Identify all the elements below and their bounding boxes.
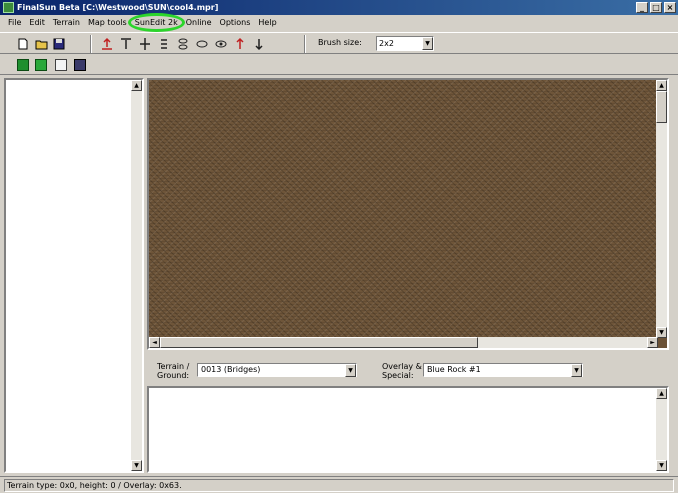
terrain-tile-list[interactable]: ▲ ▼ (147, 386, 669, 473)
scroll-up-icon[interactable]: ▲ (131, 80, 142, 91)
map-view[interactable]: ▲ ▼ ◄ ► (147, 78, 669, 350)
overlay-special-value: Blue Rock #1 (427, 365, 481, 374)
overlay-special-label: Overlay & Special: (382, 362, 422, 380)
main-toolbar: Brush size: 2x2 ▼ (0, 32, 678, 54)
lower-tile-icon[interactable] (176, 37, 190, 51)
menu-terrain[interactable]: Terrain (49, 16, 84, 29)
secondary-toolbar (0, 55, 678, 75)
green-flag-icon[interactable] (17, 59, 29, 71)
terrain-ground-select[interactable]: 0013 (Bridges) ▼ (197, 363, 357, 377)
document-icon[interactable] (55, 59, 67, 71)
brush-size-select[interactable]: 2x2 ▼ (376, 36, 434, 51)
title-bar: FinalSun Beta [C:\Westwood\SUN\cool4.mpr… (0, 0, 678, 15)
maximize-button[interactable]: □ (650, 2, 662, 13)
map-horizontal-thumb[interactable] (160, 337, 478, 348)
scroll-up-icon[interactable]: ▲ (656, 80, 667, 91)
chevron-down-icon[interactable]: ▼ (571, 364, 582, 377)
lower-single-icon[interactable] (252, 37, 266, 51)
menu-map-tools[interactable]: Map tools (84, 16, 131, 29)
menu-sunedit-2k[interactable]: SunEdit 2k (127, 13, 185, 32)
scroll-down-icon[interactable]: ▼ (131, 460, 142, 471)
close-button[interactable]: × (664, 2, 676, 13)
open-folder-icon[interactable] (34, 37, 48, 51)
chevron-down-icon[interactable]: ▼ (422, 37, 433, 50)
flatten-icon[interactable] (138, 37, 152, 51)
map-vertical-thumb[interactable] (656, 91, 667, 123)
scroll-right-icon[interactable]: ► (647, 337, 658, 348)
status-bar: Terrain type: 0x0, height: 0 / Overlay: … (0, 476, 678, 493)
green-map-icon[interactable] (35, 59, 47, 71)
menu-bar: File Edit Terrain Map tools SunEdit 2k O… (0, 13, 678, 32)
save-disk-icon[interactable] (52, 37, 66, 51)
menu-online[interactable]: Online (182, 16, 216, 29)
brush-size-label: Brush size: (318, 38, 362, 47)
terrain-ground-value: 0013 (Bridges) (201, 365, 261, 374)
menu-edit[interactable]: Edit (25, 16, 49, 29)
hide-icon[interactable] (195, 37, 209, 51)
brush-size-value: 2x2 (379, 39, 394, 48)
minimize-button[interactable]: _ (636, 2, 648, 13)
menu-options[interactable]: Options (216, 16, 255, 29)
lower-ground-icon[interactable] (119, 37, 133, 51)
terrain-panel: Terrain / Ground: 0013 (Bridges) ▼ Overl… (147, 352, 669, 473)
terrain-list-scrollbar[interactable]: ▲ ▼ (656, 388, 667, 471)
app-icon (3, 2, 14, 13)
raise-ground-icon[interactable] (100, 37, 114, 51)
scroll-up-icon[interactable]: ▲ (656, 388, 667, 399)
left-panel-scrollbar[interactable]: ▲ ▼ (131, 80, 142, 471)
terrain-ground-label: Terrain / Ground: (157, 362, 190, 380)
overlay-special-select[interactable]: Blue Rock #1 ▼ (423, 363, 583, 377)
new-file-icon[interactable] (16, 37, 30, 51)
window-title: FinalSun Beta [C:\Westwood\SUN\cool4.mpr… (17, 3, 219, 12)
menu-file[interactable]: File (4, 16, 25, 29)
map-horizontal-scrollbar[interactable]: ◄ ► (149, 337, 658, 348)
map-vertical-scrollbar[interactable]: ▲ ▼ (656, 80, 667, 338)
grid-icon[interactable] (74, 59, 86, 71)
show-icon[interactable] (214, 37, 228, 51)
scroll-down-icon[interactable]: ▼ (656, 460, 667, 471)
raise-single-icon[interactable] (233, 37, 247, 51)
raise-tile-icon[interactable] (157, 37, 171, 51)
map-canvas[interactable] (149, 80, 658, 338)
chevron-down-icon[interactable]: ▼ (345, 364, 356, 377)
menu-help[interactable]: Help (254, 16, 280, 29)
object-tree-panel[interactable]: ▲ ▼ (4, 78, 144, 473)
status-text: Terrain type: 0x0, height: 0 / Overlay: … (4, 479, 674, 492)
scroll-left-icon[interactable]: ◄ (149, 337, 160, 348)
